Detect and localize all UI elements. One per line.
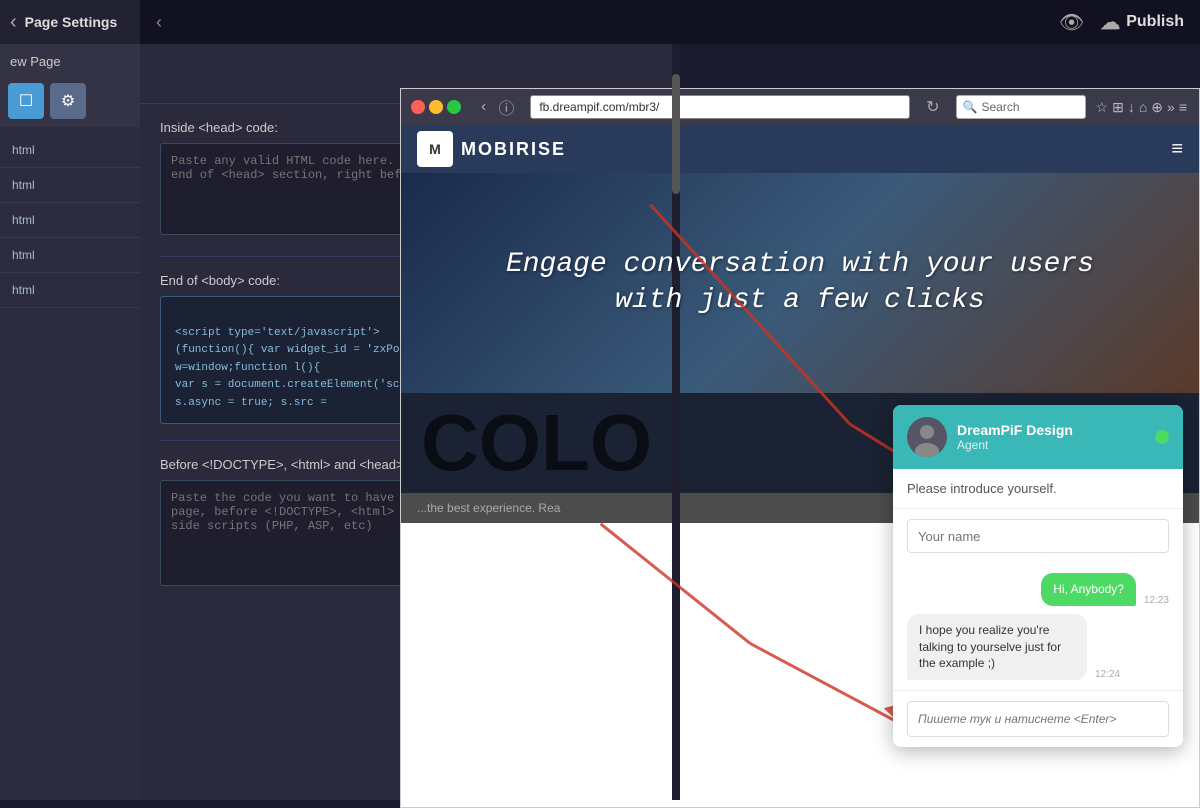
download-icon[interactable]: ↓ [1128,99,1135,115]
sidebar-item-html-3[interactable]: html [0,203,140,238]
colo-text: COLO [421,397,652,489]
bookmark-icon[interactable]: ⊞ [1112,99,1124,116]
chat-bubble-received: I hope you realize you're talking to you… [907,614,1087,680]
menu-icon[interactable]: ≡ [1179,99,1187,115]
browser-close-btn[interactable] [411,100,425,114]
browser-toolbar-right: ☆ ⊞ ↓ ⌂ ⊕ » ≡ [1090,99,1193,116]
logo-name: MOBIRISE [461,139,566,160]
website-hero: Engage conversation with your users with… [401,173,1199,393]
chat-name-input[interactable] [907,519,1169,553]
browser-url-text: fb.dreampif.com/mbr3/ [539,100,659,114]
chat-avatar [907,417,947,457]
chat-messages: 12:23 Hi, Anybody? I hope you realize yo… [893,563,1183,690]
logo-icon: M [417,131,453,167]
browser-nav-right: ↻ [914,95,951,119]
browser-refresh-btn[interactable]: ↻ [922,95,943,119]
sidebar-header: ‹ Page Settings [0,0,140,44]
browser-minimize-btn[interactable] [429,100,443,114]
chat-online-indicator [1155,430,1169,444]
chat-agent-name: DreamPiF Design [957,422,1145,438]
chat-message-received: I hope you realize you're talking to you… [907,614,1169,680]
sidebar: ‹ Page Settings ew Page ☐ ⚙ html html ht… [0,0,140,800]
upload-icon: ☁ [1100,10,1120,35]
website-hamburger[interactable]: ≡ [1171,138,1183,161]
chat-agent-role: Agent [957,438,1145,452]
hero-headline-2: with just a few clicks [506,283,1094,319]
publish-button[interactable]: ☁ Publish [1100,10,1184,35]
ps-scrollbar-thumb [672,74,680,194]
browser-search-bar[interactable]: 🔍 Search [956,95,1086,119]
star-icon[interactable]: ☆ [1096,99,1109,116]
browser-maximize-btn[interactable] [447,100,461,114]
sidebar-item-html-5[interactable]: html [0,273,140,308]
topbar-left: ‹ [156,12,162,33]
chat-widget: DreamPiF Design Agent Please introduce y… [893,405,1183,747]
hero-text: Engage conversation with your users with… [506,247,1094,320]
page-icon-button[interactable]: ☐ [8,83,44,119]
chat-header-info: DreamPiF Design Agent [957,422,1145,452]
back-button[interactable]: ‹ [10,11,17,34]
website-logo: M MOBIRISE [417,131,566,167]
website-content: M MOBIRISE ≡ Engage conversation with yo… [401,125,1199,807]
browser-back-btn[interactable]: ‹ [477,96,490,118]
chat-input-area [893,690,1183,747]
chat-message-sent: 12:23 Hi, Anybody? [907,573,1169,606]
chat-time-sent: 12:23 [1144,595,1169,606]
website-header: M MOBIRISE ≡ [401,125,1199,173]
hero-headline-1: Engage conversation with your users [506,247,1094,283]
chat-header: DreamPiF Design Agent [893,405,1183,469]
bottom-bar-text: ...the best experience. Rea [417,501,560,515]
browser-info-btn[interactable]: ⓘ [494,93,518,121]
topbar-back-button[interactable]: ‹ [156,12,162,33]
topbar-right: 👁 ☁ Publish [1059,10,1184,35]
browser-window: ‹ ⓘ fb.dreampif.com/mbr3/ ↻ 🔍 Search ☆ ⊞… [400,88,1200,808]
search-text: Search [981,100,1019,114]
eye-icon[interactable]: 👁 [1059,10,1084,35]
gear-icon-button[interactable]: ⚙ [50,83,86,119]
search-icon: 🔍 [963,100,978,114]
sidebar-item-html-2[interactable]: html [0,168,140,203]
sidebar-icon-row: ☐ ⚙ [0,75,140,127]
more-icon[interactable]: » [1167,99,1175,115]
sidebar-item-html-4[interactable]: html [0,238,140,273]
chat-time-received: 12:24 [1095,669,1120,680]
sidebar-item-html-1[interactable]: html [0,133,140,168]
extension-icon[interactable]: ⊕ [1151,99,1163,116]
browser-chrome: ‹ ⓘ fb.dreampif.com/mbr3/ ↻ 🔍 Search ☆ ⊞… [401,89,1199,125]
chat-message-input[interactable] [907,701,1169,737]
browser-url-bar[interactable]: fb.dreampif.com/mbr3/ [530,95,910,119]
page-label: ew Page [0,44,140,75]
chat-bubble-sent: Hi, Anybody? [1041,573,1136,606]
topbar: ‹ 👁 ☁ Publish [140,0,1200,44]
sidebar-items-list: html html html html html [0,127,140,800]
sidebar-title: Page Settings [25,14,118,30]
home-icon[interactable]: ⌂ [1139,99,1147,115]
publish-label: Publish [1126,13,1184,31]
browser-nav: ‹ ⓘ [469,93,526,121]
ps-outer-scrollbar [672,44,680,800]
chat-introduce-text: Please introduce yourself. [893,469,1183,509]
